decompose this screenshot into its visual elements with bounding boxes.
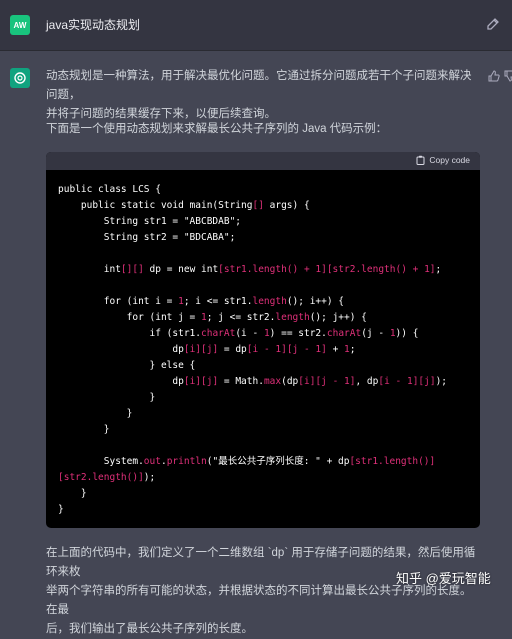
code-block: Copy code public class LCS { public stat…: [46, 152, 480, 528]
edit-icon[interactable]: [485, 16, 501, 32]
code-token: ; j <= str2.: [206, 312, 276, 323]
code-content: public class LCS { public static void ma…: [46, 170, 480, 518]
code-token: ;: [435, 264, 442, 275]
code-token: }: [58, 392, 156, 403]
code-token: (); j++) {: [309, 312, 367, 323]
code-token: ;: [349, 344, 356, 355]
thumbs-down-icon[interactable]: [504, 70, 512, 82]
code-token: dp = new int: [143, 264, 219, 275]
code-line: }: [58, 486, 468, 502]
code-line: public class LCS {: [58, 182, 468, 198]
code-token: for (int i =: [58, 296, 179, 307]
explanation-line-2: 举两个字符串的所有可能的状态，并根据状态的不同计算出最长公共子序列的长度。在最: [46, 585, 472, 616]
code-block-header: Copy code: [46, 152, 480, 170]
code-line: dp[i][j] = Math.max(dp[i][j - 1], dp[i -…: [58, 374, 468, 390]
code-line: String str2 = "BDCABA";: [58, 230, 468, 246]
code-token: println: [166, 456, 207, 467]
assistant-avatar: [10, 68, 30, 88]
code-token: dp: [58, 344, 184, 355]
code-line: System.out.println("最长公共子序列长度: " + dp[st…: [58, 454, 468, 470]
code-token: if (str1.: [58, 328, 202, 339]
code-token: [str1.length() + 1][str2.length() + 1]: [218, 264, 436, 275]
code-token: dp: [58, 376, 184, 387]
intro-line-1: 动态规划是一种算法，用于解决最优化问题。它通过拆分问题成若干个子问题来解决问题，: [46, 70, 472, 101]
code-token: String str1 = "ABCBDAB";: [58, 216, 242, 227]
code-line: int[][] dp = new int[str1.length() + 1][…: [58, 262, 468, 278]
code-token: [i][j - 1]: [298, 376, 356, 387]
watermark: 知乎 @爱玩智能: [396, 571, 491, 586]
user-avatar: AW: [10, 15, 30, 35]
code-line: public static void main(String[] args) {: [58, 198, 468, 214]
thumbs-up-icon[interactable]: [488, 70, 500, 82]
code-token: public static void main(String: [58, 200, 253, 211]
clipboard-icon: [416, 155, 425, 165]
code-token: (i -: [235, 328, 264, 339]
copy-code-label: Copy code: [429, 155, 470, 165]
code-token: out: [143, 456, 161, 467]
code-token: }: [58, 424, 110, 435]
code-token: for (int j =: [58, 312, 201, 323]
code-line: }: [58, 422, 468, 438]
code-token: charAt: [326, 328, 362, 339]
code-line: for (int j = 1; j <= str2.length(); j++)…: [58, 310, 468, 326]
code-token: length: [275, 312, 310, 323]
code-token: (dp: [281, 376, 299, 387]
user-message-text: java实现动态规划: [46, 18, 141, 32]
code-token: (j -: [361, 328, 390, 339]
code-token: [i][j]: [183, 376, 219, 387]
code-token: (); i++) {: [286, 296, 345, 307]
code-token: public class LCS {: [58, 184, 161, 195]
code-line: } else {: [58, 358, 468, 374]
code-token: [i - 1][j - 1]: [246, 344, 327, 355]
code-token: String str2 = "BDCABA";: [58, 232, 236, 243]
code-line: dp[i][j] = dp[i - 1][j - 1] + 1;: [58, 342, 468, 358]
code-token: [i - 1][j]: [378, 376, 436, 387]
code-token: = dp: [218, 344, 247, 355]
openai-logo-icon: [14, 72, 26, 84]
code-intro-paragraph: 下面是一个使用动态规划来求解最长公共子序列的 Java 代码示例：: [46, 123, 388, 135]
code-line: String str1 = "ABCBDAB";: [58, 214, 468, 230]
code-token: args) {: [263, 200, 310, 211]
code-token: }: [58, 504, 64, 515]
copy-code-button[interactable]: Copy code: [416, 155, 470, 165]
code-line: [str2.length()]);: [58, 470, 468, 486]
code-token: );: [143, 472, 156, 483]
code-token: ("最长公共子序列长度: " + dp: [206, 456, 350, 467]
code-token: = Math.: [218, 376, 264, 387]
code-token: [][]: [120, 264, 144, 275]
code-token: [str1.length()]: [349, 456, 436, 467]
explanation-paragraph: 在上面的代码中，我们定义了一个二维数组 `dp` 用于存储子问题的结果，然后使用…: [46, 544, 476, 639]
code-token: +: [326, 344, 345, 355]
code-token: System.: [58, 456, 144, 467]
code-line: if (str1.charAt(i - 1) == str2.charAt(j …: [58, 326, 468, 342]
code-line: }: [58, 406, 468, 422]
code-token: }: [58, 488, 87, 499]
code-token: ; i <= str1.: [183, 296, 253, 307]
user-message-row: AW java实现动态规划: [0, 0, 512, 51]
code-token: [i][j]: [183, 344, 219, 355]
code-token: length: [252, 296, 287, 307]
code-token: [str2.length()]: [58, 472, 144, 483]
code-token: charAt: [201, 328, 236, 339]
code-line: }: [58, 390, 468, 406]
code-token: []: [252, 200, 264, 211]
intro-paragraph: 动态规划是一种算法，用于解决最优化问题。它通过拆分问题成若干个子问题来解决问题，…: [46, 67, 476, 124]
code-line: }: [58, 502, 468, 518]
code-token: , dp: [355, 376, 379, 387]
code-token: );: [435, 376, 448, 387]
code-line: for (int i = 1; i <= str1.length(); i++)…: [58, 294, 468, 310]
code-token: ) == str2.: [269, 328, 327, 339]
explanation-line-3: 后，我们输出了最长公共子序列的长度。: [46, 623, 253, 635]
code-token: int: [58, 264, 121, 275]
code-token: } else {: [58, 360, 196, 371]
code-token: )) {: [395, 328, 419, 339]
code-token: max: [263, 376, 282, 387]
code-token: }: [58, 408, 133, 419]
